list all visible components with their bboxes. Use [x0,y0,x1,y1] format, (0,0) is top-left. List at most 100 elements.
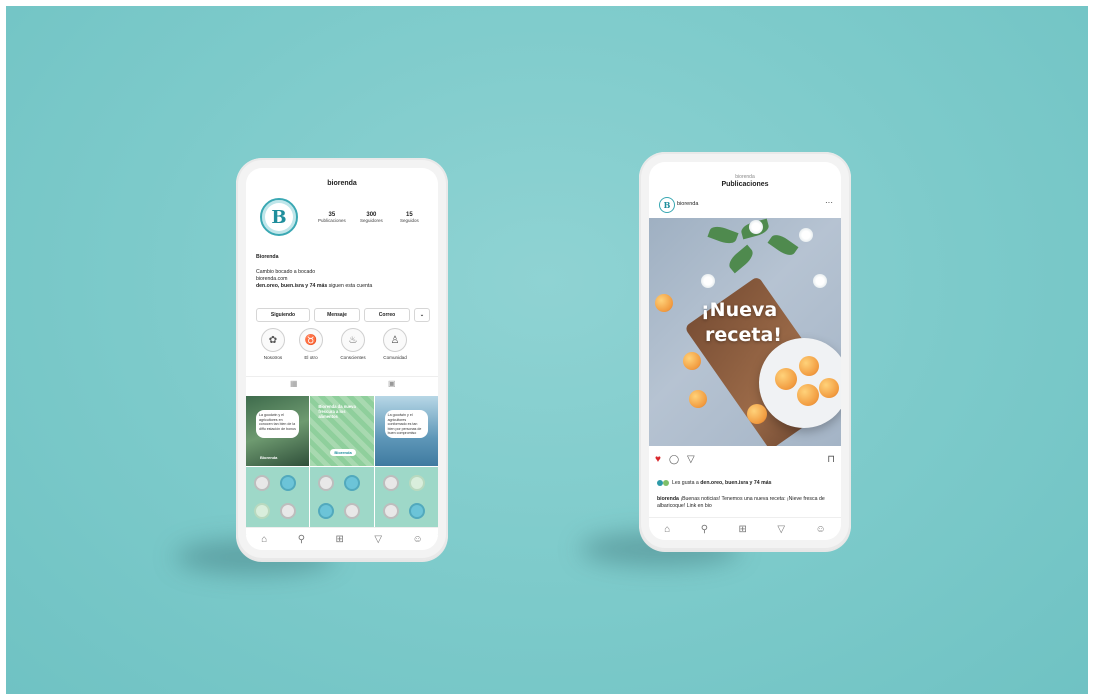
flower [813,274,827,288]
profile-website[interactable]: biorenda.com [256,276,287,283]
post-headline: ¡Nueva receta! [701,298,782,348]
stat-followers[interactable]: 300 Seguidores [360,212,383,223]
caption-text: ¡Buenas noticias! Tenemos una nueva rece… [657,496,825,509]
home-icon[interactable]: ⌂ [664,524,670,535]
followed-by[interactable]: den.oreo, buen.isra y 74 más siguen esta… [256,283,372,290]
profile-icon[interactable]: ☺ [816,524,826,535]
sticker-icon [254,475,270,491]
bottom-nav: ⌂ ⚲ ⊞ ▽ ☺ [246,527,438,550]
apricot [655,294,673,312]
sticker-icon [408,503,425,519]
avatar-letter: B [663,200,671,210]
profile-username-title: biorenda [327,180,357,187]
posts-grid: La goodwin y el agricultores en conocen … [246,396,438,535]
post-username[interactable]: biorenda [677,201,698,207]
apricot [683,352,701,370]
post-tile-stickers-1[interactable] [246,467,310,535]
highlight-nosotros[interactable]: ✿ Nosotros [254,328,292,360]
search-icon[interactable]: ⚲ [701,524,708,535]
email-button[interactable]: Correo [364,308,410,322]
send-icon[interactable]: ▽ [687,454,695,465]
tile-speech-bubble: La goodwin y el agricultores conformado … [384,410,428,438]
tile-tag: Biorenda [330,449,356,456]
apricot [799,356,819,376]
leaf [767,231,799,259]
sticker-icon [280,503,296,519]
stat-label: Publicaciones [318,218,346,223]
leaf [707,223,739,247]
search-icon[interactable]: ⚲ [298,534,305,545]
phone-post: biorenda Publicaciones B biorenda ··· ¡N… [639,152,851,550]
post-more-options-icon[interactable]: ··· [825,198,833,207]
apricot [747,404,767,424]
sticker-icon [344,503,361,519]
stat-label: Seguidos [400,218,419,223]
followed-by-names: den.oreo, buen.isra y 74 más [256,283,328,289]
apricot [797,384,819,406]
liker-avatar [663,480,669,486]
profile-avatar[interactable]: B [260,198,298,236]
pig-icon: ♨ [341,328,365,352]
add-post-icon[interactable]: ⊞ [336,534,344,545]
phone-profile: biorenda B 35 Publicaciones 300 Seguidor… [236,158,448,560]
grid-icon[interactable]: ▦ [290,379,298,388]
sticker-icon [280,475,296,491]
sticker-icon [382,503,399,519]
highlight-label: Conscientes [340,355,366,360]
post-tile-stickers-3[interactable] [374,467,438,535]
profile-tagline: Cambio bocado a bocado [256,269,316,275]
highlight-comunidad[interactable]: ♙ Comunidad [376,328,414,360]
apricot [689,390,707,408]
post-actions: ♥ ◯ ▽ ⊓ [655,452,835,466]
post-avatar[interactable]: B [659,197,675,213]
add-post-icon[interactable]: ⊞ [739,524,747,535]
highlight-el-otro[interactable]: ♉ El otro [292,328,330,360]
more-options-button[interactable]: ⌄ [414,308,430,322]
send-icon[interactable]: ▽ [777,524,785,535]
profile-actions: Siguiendo Mensaje Correo ⌄ [256,308,430,322]
avatar-letter: B [271,206,287,228]
post-tile-sea[interactable]: La goodwin y el agricultores conformado … [374,396,438,466]
likes-summary[interactable]: Les gusta a den.oreo, buen.isra y 74 más [657,480,771,486]
sticker-icon [318,475,335,491]
heart-icon[interactable]: ♥ [655,454,661,465]
comment-icon[interactable]: ◯ [669,454,679,465]
caption-username[interactable]: biorenda [657,496,679,502]
sticker-icon [254,503,270,519]
home-icon[interactable]: ⌂ [261,534,267,545]
post-tile-forest[interactable]: La goodwin y el agricultores en conocen … [246,396,310,466]
tile-tag: Biorenda [260,455,278,460]
profile-icon[interactable]: ☺ [413,534,423,545]
bee-icon: ✿ [261,328,285,352]
leaf [725,244,757,274]
post-tile-stickers-2[interactable] [310,467,374,535]
profile-tabs: ▦ ▣ [246,376,438,389]
sticker-icon [318,503,335,519]
person-icon: ♙ [383,328,407,352]
sticker-icon [382,475,399,491]
send-icon[interactable]: ▽ [374,534,382,545]
message-button[interactable]: Mensaje [314,308,360,322]
post-screen-subtitle: biorenda [735,174,755,180]
apricot [775,368,797,390]
stat-following[interactable]: 15 Seguidos [400,212,419,223]
followed-by-rest: siguen esta cuenta [327,283,373,289]
post-photo[interactable]: ¡Nueva receta! [649,218,841,446]
following-button[interactable]: Siguiendo [256,308,310,322]
profile-screen: biorenda B 35 Publicaciones 300 Seguidor… [246,168,438,550]
flower [701,274,715,288]
apricot [819,378,839,398]
tile-text: Biorenda da nueva frescura a los aliment… [318,404,356,419]
stat-label: Seguidores [360,218,383,223]
profile-name: Biorenda [256,254,279,260]
stat-posts[interactable]: 35 Publicaciones [318,212,346,223]
post-tile-green[interactable]: Biorenda da nueva frescura a los aliment… [310,396,374,466]
highlight-conscientes[interactable]: ♨ Conscientes [334,328,372,360]
headline-line-1: ¡Nueva [701,299,778,321]
flower [799,228,813,242]
sticker-icon [344,475,361,491]
bookmark-icon[interactable]: ⊓ [827,454,835,465]
tagged-icon[interactable]: ▣ [388,379,396,388]
likes-prefix: Les gusta a [672,480,701,486]
likes-names: den.oreo, buen.isra y 74 más [700,480,772,486]
